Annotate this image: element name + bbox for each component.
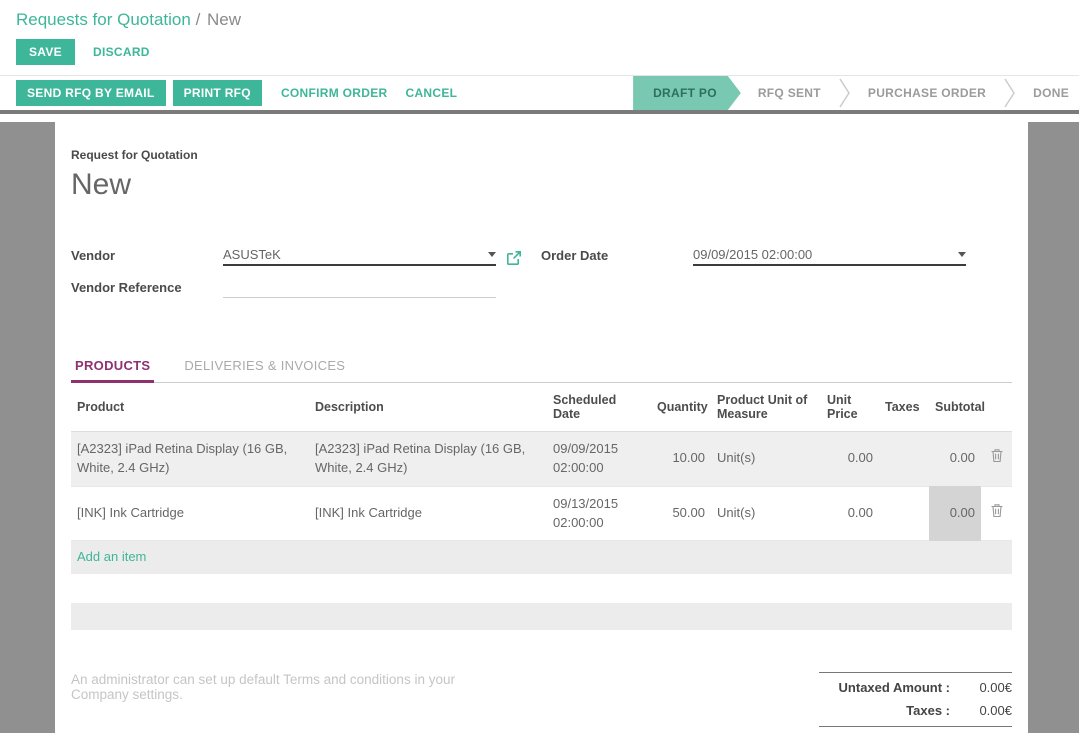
breadcrumb-parent-link[interactable]: Requests for Quotation (16, 10, 191, 29)
untaxed-amount-label: Untaxed Amount : (839, 680, 950, 695)
cell-uom[interactable]: Unit(s) (711, 486, 821, 541)
form-sheet: Request for Quotation New Vendor ASUSTeK (55, 122, 1028, 733)
vendor-label: Vendor (71, 248, 223, 266)
col-product: Product (71, 383, 309, 432)
col-taxes: Taxes (879, 383, 929, 432)
open-record-icon[interactable] (506, 250, 522, 266)
tab-products[interactable]: PRODUCTS (71, 350, 154, 382)
notebook-tabs: PRODUCTS DELIVERIES & INVOICES (71, 350, 1012, 383)
cell-product[interactable]: [A2323] iPad Retina Display (16 GB, Whit… (71, 432, 309, 487)
header-fields: Vendor ASUSTeK Vendor Reference (71, 246, 1012, 310)
status-step-purchase-order[interactable]: PURCHASE ORDER (851, 76, 1003, 110)
cell-product[interactable]: [INK] Ink Cartridge (71, 486, 309, 541)
cell-taxes[interactable] (879, 486, 929, 541)
print-rfq-button[interactable]: PRINT RFQ (173, 80, 262, 106)
col-actions (981, 383, 1012, 432)
cancel-button[interactable]: CANCEL (406, 86, 458, 100)
taxes-value: 0.00€ (950, 703, 1012, 718)
col-quantity: Quantity (651, 383, 711, 432)
cell-quantity[interactable]: 10.00 (651, 432, 711, 487)
table-header-row: Product Description Scheduled Date Quant… (71, 383, 1012, 432)
cell-taxes[interactable] (879, 432, 929, 487)
order-date-value: 09/09/2015 02:00:00 (693, 247, 952, 262)
add-item-row: Add an item (71, 541, 1012, 574)
cell-subtotal: 0.00 (929, 486, 981, 541)
tab-deliveries-invoices[interactable]: DELIVERIES & INVOICES (180, 350, 349, 382)
order-lines-table: Product Description Scheduled Date Quant… (71, 383, 1012, 574)
discard-button[interactable]: DISCARD (93, 45, 150, 59)
cell-uom[interactable]: Unit(s) (711, 432, 821, 487)
chevron-separator-icon (838, 76, 851, 110)
status-step-done[interactable]: DONE (1016, 76, 1079, 110)
save-button[interactable]: SAVE (16, 39, 75, 65)
col-scheduled-date: Scheduled Date (547, 383, 651, 432)
vendor-field[interactable]: ASUSTeK (223, 247, 496, 266)
page-background: Request for Quotation New Vendor ASUSTeK (0, 122, 1079, 733)
table-row[interactable]: [A2323] iPad Retina Display (16 GB, Whit… (71, 432, 1012, 487)
action-toolbar: SEND RFQ BY EMAIL PRINT RFQ CONFIRM ORDE… (0, 75, 1079, 114)
status-step-draft-po[interactable]: DRAFT PO (633, 76, 741, 110)
cell-scheduled-date[interactable]: 09/09/2015 02:00:00 (547, 432, 651, 487)
totals-panel: Untaxed Amount : 0.00€ Taxes : 0.00€ Tot… (819, 672, 1012, 733)
cell-description[interactable]: [A2323] iPad Retina Display (16 GB, Whit… (309, 432, 547, 487)
order-date-label: Order Date (541, 248, 693, 266)
chevron-down-icon[interactable] (958, 252, 966, 257)
confirm-order-button[interactable]: CONFIRM ORDER (281, 86, 388, 100)
sheet-subtitle: Request for Quotation (71, 148, 1012, 162)
col-description: Description (309, 383, 547, 432)
breadcrumb-separator: / (196, 10, 201, 29)
status-step-rfq-sent[interactable]: RFQ SENT (741, 76, 838, 110)
page-title: New (71, 168, 1012, 202)
taxes-label: Taxes : (906, 703, 950, 718)
vendor-reference-label: Vendor Reference (71, 280, 223, 298)
table-row[interactable]: [INK] Ink Cartridge [INK] Ink Cartridge … (71, 486, 1012, 541)
breadcrumb-current: New (207, 10, 241, 29)
order-date-field[interactable]: 09/09/2015 02:00:00 (693, 247, 966, 266)
delete-row-icon[interactable] (990, 506, 1004, 521)
empty-section-bar (71, 603, 1012, 630)
terms-textarea[interactable] (71, 672, 492, 733)
top-header: Requests for Quotation / New SAVE DISCAR… (0, 0, 1079, 75)
cell-description[interactable]: [INK] Ink Cartridge (309, 486, 547, 541)
terms-and-conditions-area (71, 672, 492, 733)
col-unit-price: Unit Price (821, 383, 879, 432)
vendor-reference-field[interactable] (223, 278, 496, 298)
statusbar: DRAFT PO RFQ SENT PURCHASE ORDER DONE (633, 76, 1079, 110)
chevron-down-icon[interactable] (488, 252, 496, 257)
cell-scheduled-date[interactable]: 09/13/2015 02:00:00 (547, 486, 651, 541)
cell-unit-price[interactable]: 0.00 (821, 486, 879, 541)
col-uom: Product Unit of Measure (711, 383, 821, 432)
cell-quantity[interactable]: 50.00 (651, 486, 711, 541)
chevron-separator-icon (1003, 76, 1016, 110)
add-an-item-link[interactable]: Add an item (77, 549, 146, 564)
cell-subtotal: 0.00 (929, 432, 981, 487)
col-subtotal: Subtotal (929, 383, 981, 432)
send-rfq-by-email-button[interactable]: SEND RFQ BY EMAIL (16, 80, 166, 106)
delete-row-icon[interactable] (990, 451, 1004, 466)
vendor-value: ASUSTeK (223, 247, 482, 262)
untaxed-amount-value: 0.00€ (950, 680, 1012, 695)
cell-unit-price[interactable]: 0.00 (821, 432, 879, 487)
breadcrumb: Requests for Quotation / New (16, 10, 1063, 30)
